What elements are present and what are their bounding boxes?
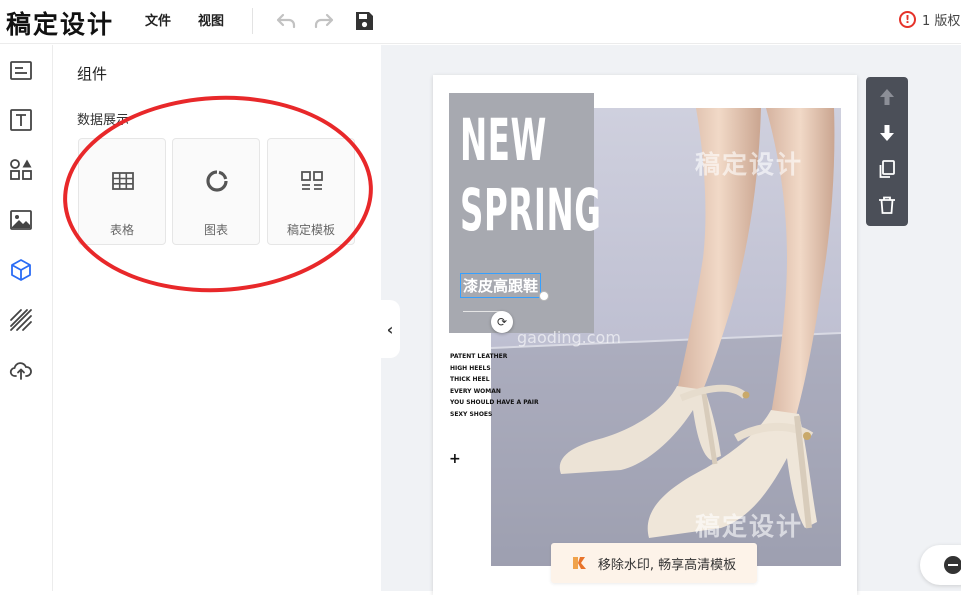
watermark-url: gaoding.com — [517, 328, 621, 347]
warning-text: 1 版权 — [922, 14, 961, 29]
panel-title: 组件 — [77, 65, 108, 83]
toolbar-divider — [252, 8, 253, 34]
collapse-panel-button[interactable]: ‹ — [380, 300, 400, 358]
body-line: THICK HEEL — [450, 376, 490, 383]
resize-handle[interactable] — [539, 291, 549, 301]
delete-icon[interactable] — [877, 195, 897, 215]
chevron-left-icon: ‹ — [386, 319, 394, 339]
move-up-icon[interactable] — [877, 87, 897, 107]
body-line: EVERY WOMAN — [450, 387, 501, 395]
redo-icon[interactable] — [312, 9, 336, 33]
menu-file[interactable]: 文件 — [145, 10, 171, 29]
warning-icon: ! — [899, 11, 916, 28]
body-line: PATENT LEATHER — [450, 353, 508, 360]
watermark: 稿定设计 — [695, 150, 804, 179]
element-toolbar — [866, 77, 908, 226]
elements-icon[interactable] — [9, 158, 33, 182]
undo-icon[interactable] — [274, 9, 298, 33]
remove-watermark-banner[interactable]: 移除水印, 畅享高清模板 — [551, 543, 757, 583]
body-line: HIGH HEELS — [450, 364, 491, 372]
background-icon[interactable] — [9, 308, 33, 332]
plus-icon[interactable]: + — [449, 451, 461, 467]
image-icon[interactable] — [9, 208, 33, 232]
body-line: YOU SHOULD HAVE A PAIR — [450, 399, 539, 406]
body-copy[interactable]: PATENT LEATHER HIGH HEELS THICK HEEL EVE… — [450, 351, 539, 420]
headline-line-1: NEW — [460, 106, 547, 174]
headline-text[interactable]: NEW SPRING — [460, 105, 601, 245]
design-page[interactable]: NEW SPRING 漆皮高跟鞋 ⟳ PATENT LEATHER HIGH H… — [433, 75, 857, 595]
brand-logo-icon — [572, 557, 586, 569]
top-bar: 稿定设计 文件 视图 ! 1 版权 — [0, 0, 961, 44]
subtitle-text-selected[interactable]: 漆皮高跟鞋 — [460, 273, 542, 298]
headline-line-2: SPRING — [460, 176, 602, 244]
body-line: SEXY SHOES — [450, 410, 493, 418]
component-icon[interactable] — [9, 258, 33, 282]
zoom-out-icon[interactable] — [944, 556, 961, 574]
text-icon[interactable] — [9, 108, 33, 132]
copyright-warning[interactable]: ! 1 版权 — [899, 10, 960, 29]
save-icon[interactable] — [352, 9, 376, 33]
template-icon[interactable] — [9, 59, 33, 83]
copy-icon[interactable] — [877, 159, 897, 179]
upload-icon[interactable] — [9, 358, 33, 382]
rotate-icon: ⟳ — [496, 315, 508, 329]
left-icon-bar — [0, 45, 53, 591]
watermark: 稿定设计 — [695, 512, 804, 541]
zoom-control[interactable] — [920, 545, 961, 585]
menu-view[interactable]: 视图 — [198, 10, 224, 29]
move-down-icon[interactable] — [877, 123, 897, 143]
promo-text: 移除水印, 畅享高清模板 — [597, 557, 737, 573]
app-logo[interactable]: 稿定设计 — [6, 5, 114, 41]
rotate-handle[interactable]: ⟳ — [491, 311, 513, 333]
